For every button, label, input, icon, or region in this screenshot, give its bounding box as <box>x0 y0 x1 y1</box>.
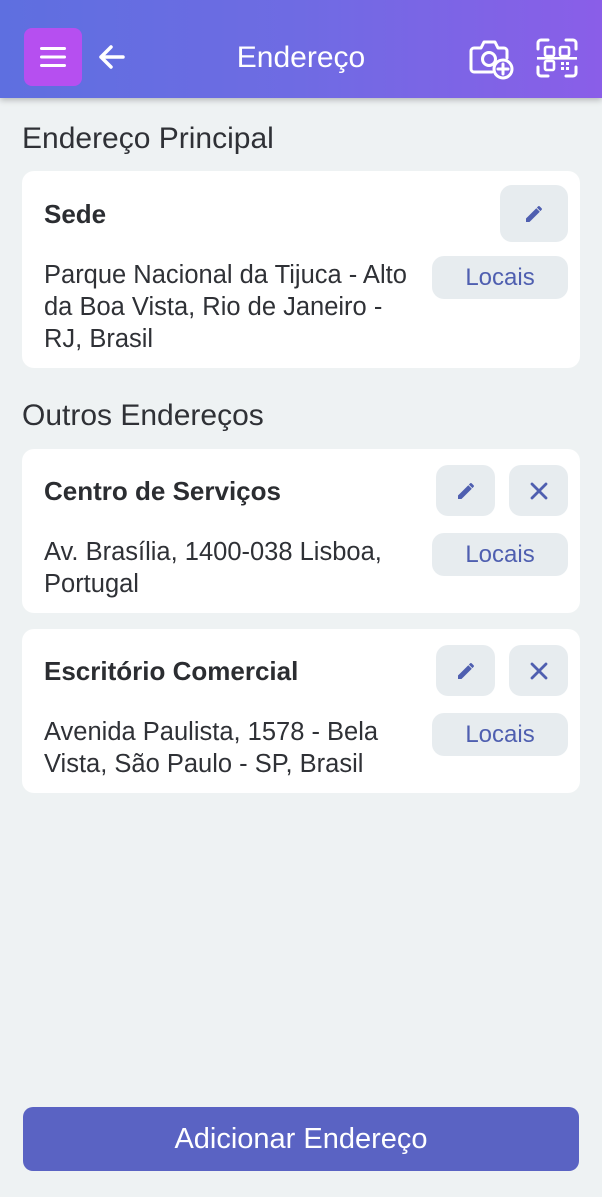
main-address-heading: Endereço Principal <box>22 122 274 155</box>
edit-button[interactable] <box>500 185 568 242</box>
edit-button[interactable] <box>436 645 495 696</box>
locais-button[interactable]: Locais <box>432 713 568 756</box>
address-card: Centro de Serviços Av. Brasília, 1400-03… <box>22 449 580 613</box>
pencil-icon <box>457 482 474 499</box>
pencil-icon <box>457 662 474 679</box>
address-name: Escritório Comercial <box>44 656 299 686</box>
scan-button[interactable] <box>532 34 582 82</box>
pencil-icon <box>526 205 542 222</box>
top-app-bar: Endereço <box>0 0 602 98</box>
address-text: Av. Brasília, 1400-038 Lisboa, Portugal <box>44 538 382 598</box>
edit-button[interactable] <box>436 465 495 516</box>
address-name: Sede <box>44 199 107 229</box>
close-icon <box>530 662 547 679</box>
camera-add-icon <box>469 40 514 80</box>
address-card: Escritório Comercial Avenida Paulista, 1… <box>22 629 580 793</box>
delete-button[interactable] <box>509 645 568 696</box>
qr-scan-icon <box>536 38 578 78</box>
address-name: Centro de Serviços <box>44 476 281 506</box>
locais-button[interactable]: Locais <box>432 256 568 299</box>
add-photo-button[interactable] <box>466 34 516 82</box>
delete-button[interactable] <box>509 465 568 516</box>
main-address-card: Sede Parque Nacional da Tijuca - Alto da… <box>22 171 580 368</box>
add-address-button[interactable]: Adicionar Endereço <box>23 1107 579 1171</box>
locais-button[interactable]: Locais <box>432 533 568 576</box>
address-text: Avenida Paulista, 1578 - Bela Vista, São… <box>44 718 379 778</box>
address-text: Parque Nacional da Tijuca - Alto da Boa … <box>44 261 407 353</box>
other-addresses-heading: Outros Endereços <box>22 399 264 432</box>
close-icon <box>530 482 547 499</box>
